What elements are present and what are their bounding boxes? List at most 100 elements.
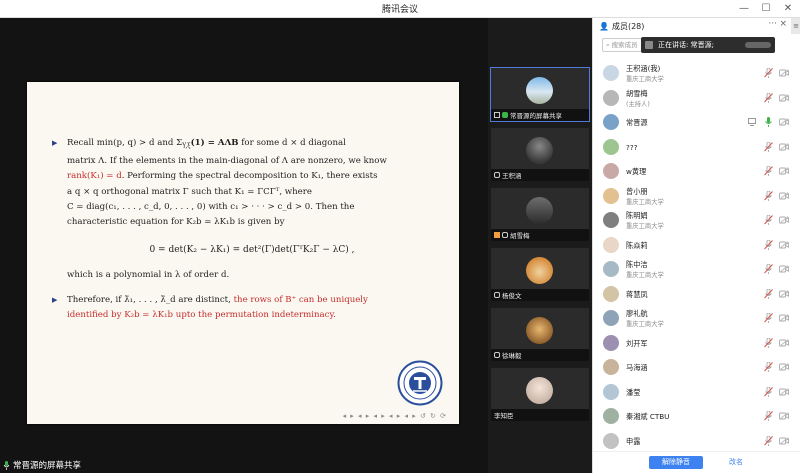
member-row[interactable]: 申露 — [593, 430, 800, 454]
camera-off-icon[interactable] — [779, 191, 789, 200]
avatar — [603, 310, 619, 326]
screen-share-area: ▶ Recall min(p, q) > d and ΣY,ξ(1) = AΛB… — [0, 18, 488, 473]
microphone-off-icon[interactable] — [764, 288, 773, 299]
member-row[interactable]: 胡雪梅 (主持人) — [593, 87, 800, 111]
camera-off-icon[interactable] — [779, 142, 789, 151]
member-row[interactable]: 陈焱莉 — [593, 234, 800, 258]
close-icon[interactable]: ✕ — [782, 1, 794, 16]
avatar — [603, 432, 619, 449]
member-row[interactable]: 王积涵(我) 重庆工商大学 — [593, 62, 800, 86]
video-tile[interactable]: 王积涵 — [491, 128, 589, 181]
close-panel-icon[interactable]: × — [779, 19, 787, 29]
microphone-off-icon[interactable] — [764, 215, 773, 225]
camera-off-icon[interactable] — [779, 289, 789, 298]
member-row[interactable]: 蒋慧凤 — [593, 283, 800, 307]
menu-icon[interactable]: ≡ — [791, 18, 800, 34]
microphone-off-icon[interactable] — [764, 386, 773, 397]
member-name: 陈明娟 — [626, 211, 648, 220]
camera-off-icon[interactable] — [779, 93, 789, 102]
video-tile-caption: 胡雪梅 — [491, 229, 589, 241]
member-row[interactable]: 陈明娟 重庆工商大学 — [593, 209, 800, 233]
video-tile-name: 常晋源的屏幕共享 — [510, 112, 562, 120]
member-row[interactable]: w黄理 — [593, 160, 800, 184]
microphone-icon — [502, 112, 508, 118]
video-tile-caption: 李知臣 — [491, 409, 589, 421]
search-members-input[interactable]: ⌕ 搜索成员 — [602, 38, 642, 52]
camera-off-icon[interactable] — [779, 412, 789, 420]
minimize-icon[interactable]: — — [738, 1, 750, 16]
microphone-off-icon[interactable] — [764, 362, 773, 372]
avatar — [526, 77, 553, 104]
speaking-indicator: 正在讲话: 常晋源; — [641, 37, 775, 53]
member-row[interactable]: 刘开军 — [593, 332, 800, 356]
camera-off-icon[interactable] — [779, 240, 789, 249]
microphone-on-icon[interactable] — [764, 117, 773, 127]
maximize-icon[interactable]: ☐ — [760, 1, 772, 16]
video-tile[interactable]: 李知臣 — [491, 368, 589, 421]
camera-off-icon[interactable] — [779, 167, 789, 175]
member-name: ??? — [626, 142, 638, 152]
camera-off-icon[interactable] — [779, 265, 789, 273]
member-row[interactable]: 秦湘斌 CTBU — [593, 405, 800, 429]
avatar — [526, 137, 553, 164]
video-tile-name: 胡雪梅 — [510, 232, 530, 240]
member-row[interactable]: 马海涵 — [593, 356, 800, 380]
microphone-off-icon[interactable] — [764, 313, 773, 323]
video-tile-name: 王积涵 — [502, 172, 522, 180]
microphone-off-icon[interactable] — [764, 435, 773, 446]
microphone-off-icon[interactable] — [764, 337, 773, 348]
more-options-icon[interactable]: ··· — [768, 19, 777, 29]
microphone-off-icon[interactable] — [764, 190, 773, 201]
avatar — [526, 317, 553, 344]
avatar — [603, 212, 619, 228]
avatar — [603, 261, 619, 277]
camera-off-icon[interactable] — [779, 338, 789, 347]
member-row[interactable]: 潘莹 — [593, 381, 800, 405]
microphone-off-icon[interactable] — [764, 141, 773, 152]
camera-off-icon[interactable] — [779, 387, 789, 396]
slide-text-highlight: the rows of B⁺ can be uniquely — [233, 295, 368, 306]
slide-text-line: C = diag(c₁, . . . , c_d, 0, . . . , 0) … — [67, 201, 355, 212]
microphone-off-icon — [494, 352, 500, 358]
members-count: 成员(28) — [611, 22, 645, 31]
camera-off-icon[interactable] — [779, 314, 789, 322]
microphone-off-icon[interactable] — [764, 264, 773, 274]
member-org: 重庆工商大学 — [626, 272, 664, 279]
camera-off-icon[interactable] — [779, 69, 789, 77]
camera-off-icon[interactable] — [779, 216, 789, 224]
video-tile[interactable]: 常晋源的屏幕共享 — [490, 67, 590, 122]
slide-text-bold: (1) = AΛB — [190, 138, 239, 148]
slide-content: ▶ Recall min(p, q) > d and ΣY,ξ(1) = AΛB… — [52, 136, 437, 324]
member-name: 陈焱莉 — [626, 240, 648, 250]
slide-subscript: Y,ξ — [182, 142, 191, 150]
video-tile[interactable]: 徐琳毅 — [491, 308, 589, 361]
unmute-all-button[interactable]: 解除静音 — [649, 456, 703, 469]
camera-off-icon[interactable] — [779, 118, 789, 126]
camera-off-icon[interactable] — [779, 363, 789, 371]
video-tile[interactable]: 胡雪梅 — [491, 188, 589, 241]
member-row[interactable]: 曾小朋 重庆工商大学 — [593, 185, 800, 209]
window-title: 腾讯会议 — [381, 5, 418, 15]
rename-button[interactable]: 改名 — [721, 456, 751, 469]
microphone-off-icon[interactable] — [764, 68, 773, 78]
video-tile-caption: 常晋源的屏幕共享 — [491, 109, 589, 121]
microphone-off-icon[interactable] — [764, 166, 773, 176]
avatar — [603, 89, 619, 106]
members-footer: 解除静音 改名 — [593, 451, 800, 473]
member-name: 胡雪梅 — [626, 88, 648, 98]
video-tile[interactable]: 杨俊文 — [491, 248, 589, 301]
microphone-off-icon[interactable] — [764, 239, 773, 250]
microphone-off-icon[interactable] — [764, 92, 773, 103]
member-row[interactable]: ??? — [593, 136, 800, 160]
member-row[interactable]: 陈中洁 重庆工商大学 — [593, 258, 800, 282]
microphone-off-icon[interactable] — [764, 411, 773, 421]
slide-navigation-icons[interactable]: ◂ ▸ ◂ ▸ ◂ ▸ ◂ ▸ ◂ ▸ ↺ ↻ ⟳ — [343, 412, 447, 420]
camera-off-icon[interactable] — [779, 436, 789, 445]
video-column: 常晋源的屏幕共享 王积涵 胡雪梅 杨俊文 徐琳毅 李知臣 — [488, 18, 592, 473]
member-row[interactable]: 常晋源 — [593, 111, 800, 135]
search-icon: ⌕ — [606, 41, 610, 49]
audio-wave-icon — [745, 42, 771, 48]
member-row[interactable]: 廖礼航 重庆工商大学 — [593, 307, 800, 331]
microphone-icon — [3, 460, 10, 470]
avatar — [603, 163, 619, 179]
